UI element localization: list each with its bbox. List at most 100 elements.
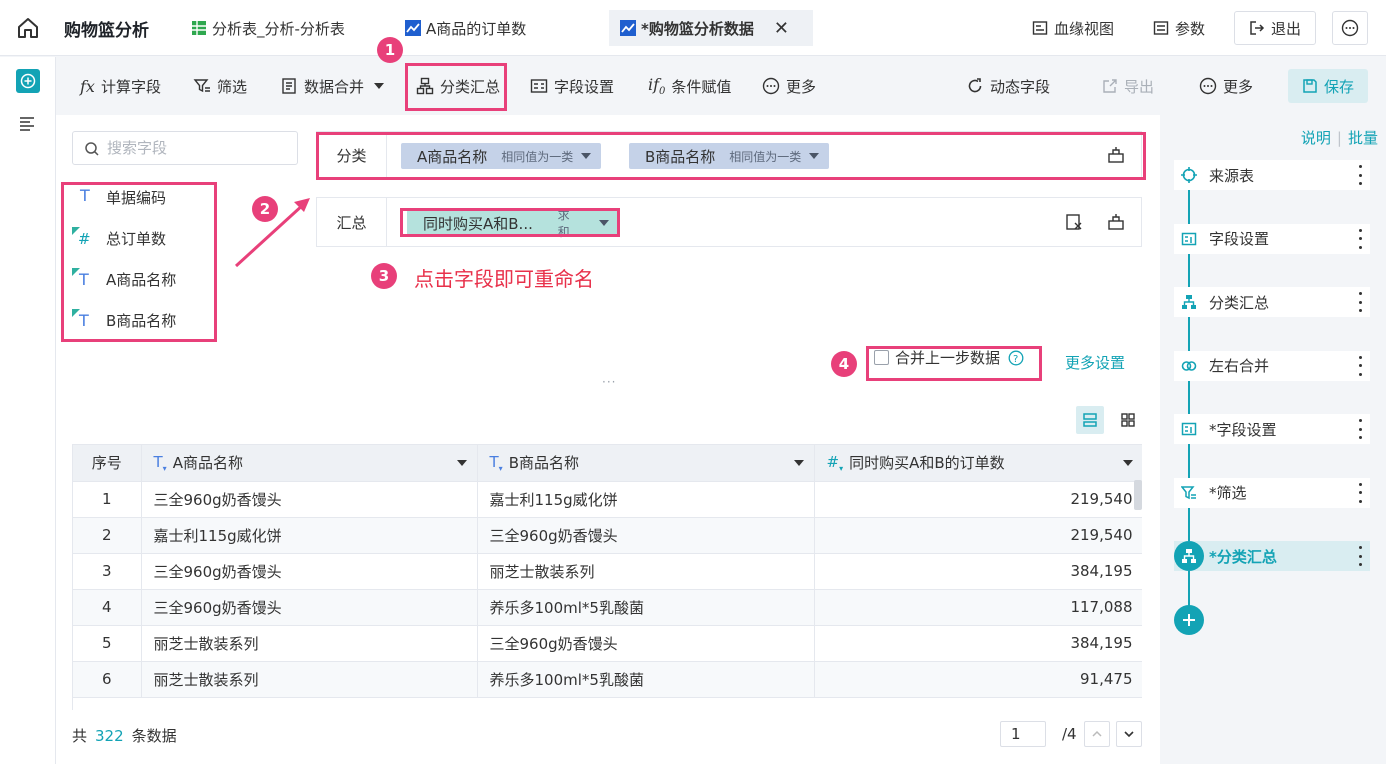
field-settings-icon <box>530 79 548 93</box>
cell-a-name: 三全960g奶香馒头 <box>141 553 478 590</box>
plus-icon <box>1183 614 1195 626</box>
tab-analysis-table[interactable]: 分析表_分析-分析表 <box>180 10 355 46</box>
cell-a-name: 丽芝士散装系列 <box>141 625 478 662</box>
annotation-box-fields <box>61 182 217 342</box>
data-merge-dropdown[interactable]: 数据合并 <box>280 57 385 115</box>
column-header-a[interactable]: T▾ A商品名称 <box>141 445 478 482</box>
splitter-handle[interactable]: ··· <box>602 375 616 389</box>
column-header-count[interactable]: #▾ 同时购买A和B的订单数 <box>814 445 1142 482</box>
vertical-ellipsis-icon[interactable] <box>1358 228 1362 249</box>
annotation-box-classify <box>316 132 1146 180</box>
caret-down-icon[interactable] <box>456 460 467 466</box>
cell-index: 4 <box>73 589 142 626</box>
batch-link[interactable]: 批量 <box>1348 129 1378 147</box>
add-step-button[interactable] <box>1174 605 1204 635</box>
add-icon[interactable] <box>16 69 40 93</box>
grid-view-icon[interactable] <box>1114 406 1142 434</box>
field-settings-button[interactable]: 字段设置 <box>530 57 614 115</box>
vertical-ellipsis-icon[interactable] <box>1358 165 1362 185</box>
vertical-ellipsis-icon[interactable] <box>1358 546 1362 566</box>
lineage-view-button[interactable]: 血缘视图 <box>1032 11 1114 45</box>
more-right-button[interactable]: 更多 <box>1199 57 1253 115</box>
params-button[interactable]: 参数 <box>1153 11 1205 45</box>
field-settings-icon <box>1174 223 1204 254</box>
search-input[interactable] <box>107 137 287 159</box>
filter-clear-icon[interactable] <box>1065 213 1083 231</box>
cell-index: 5 <box>73 625 142 662</box>
more-settings-link[interactable]: 更多设置 <box>1065 352 1125 373</box>
step-item[interactable]: *字段设置 <box>1174 414 1370 444</box>
table-row[interactable]: 6 丽芝士散装系列 养乐多100ml*5乳酸菌 91,475 <box>73 661 1142 698</box>
page-up-button[interactable] <box>1084 721 1110 747</box>
app-title: 购物篮分析 <box>64 21 149 41</box>
toolbar: fx 计算字段 筛选 数据合并 分类汇总 字段设置 if0 条件赋值 更多 动态… <box>56 57 1386 115</box>
step-label: 左右合并 <box>1209 357 1270 375</box>
step-item[interactable]: *分类汇总 <box>1174 541 1370 571</box>
source-icon <box>1174 160 1204 190</box>
cell-a-name: 三全960g奶香馒头 <box>141 481 478 518</box>
ellipsis-circle-icon <box>762 77 780 95</box>
list-view-icon[interactable] <box>1076 406 1104 434</box>
list-icon[interactable] <box>18 115 36 133</box>
table-row[interactable]: 1 三全960g奶香馒头 嘉士利115g威化饼 219,540 <box>73 481 1142 518</box>
table-icon <box>192 21 206 35</box>
export-button[interactable]: 导出 <box>1102 57 1154 115</box>
step-item[interactable]: *筛选 <box>1174 477 1370 508</box>
vertical-ellipsis-icon[interactable] <box>1358 292 1362 312</box>
tab-label: *购物篮分析数据 <box>641 19 754 38</box>
save-button[interactable]: 保存 <box>1288 69 1368 103</box>
search-icon <box>85 142 99 156</box>
clear-icon[interactable] <box>1107 213 1125 231</box>
page-input[interactable]: 1 <box>1000 721 1046 747</box>
close-icon[interactable]: ✕ <box>774 18 789 39</box>
annotation-box-merge <box>866 346 1042 381</box>
conditional-assign-button[interactable]: if0 条件赋值 <box>648 57 731 115</box>
table-row[interactable]: 5 丽芝士散装系列 三全960g奶香馒头 384,195 <box>73 625 1142 662</box>
step-label: *字段设置 <box>1209 420 1277 439</box>
cell-b-name: 嘉士利115g威化饼 <box>477 481 815 518</box>
more-options-button[interactable] <box>1332 11 1368 45</box>
data-table: 序号 T▾ A商品名称 T▾ B商品名称 #▾ 同时购买A和B的订单数 1 三全960g… <box>72 444 1142 710</box>
vertical-ellipsis-icon[interactable] <box>1358 419 1362 439</box>
step-item[interactable]: 来源表 <box>1174 160 1370 190</box>
dynamic-field-button[interactable]: 动态字段 <box>966 57 1050 115</box>
params-icon <box>1153 21 1169 35</box>
text-type-icon: T▾ <box>153 452 167 473</box>
caret-down-icon[interactable] <box>793 460 804 466</box>
cell-count: 384,195 <box>814 553 1142 590</box>
panel-links: 说明 | 批量 <box>1300 129 1378 147</box>
table-row[interactable]: 2 嘉士利115g威化饼 三全960g奶香馒头 219,540 <box>73 517 1142 554</box>
step-item[interactable]: 字段设置 <box>1174 223 1370 254</box>
explain-link[interactable]: 说明 <box>1301 129 1331 147</box>
tab-basket-data[interactable]: *购物篮分析数据 ✕ <box>609 10 813 46</box>
export-icon <box>1103 79 1117 93</box>
cell-index: 1 <box>73 481 142 518</box>
exit-icon <box>1250 21 1265 35</box>
exit-button[interactable]: 退出 <box>1234 11 1317 45</box>
group-icon <box>1174 541 1204 571</box>
text-type-icon: T▾ <box>489 452 503 473</box>
tab-a-orders[interactable]: A商品的订单数 <box>394 10 536 46</box>
home-icon[interactable] <box>16 16 40 40</box>
cell-count: 219,540 <box>814 481 1142 518</box>
table-row[interactable]: 3 三全960g奶香馒头 丽芝士散装系列 384,195 <box>73 553 1142 590</box>
caret-down-icon[interactable] <box>1122 460 1133 466</box>
filter-icon <box>1174 477 1204 508</box>
column-header-b[interactable]: T▾ B商品名称 <box>477 445 815 482</box>
annotation-box-group-summary <box>405 63 507 111</box>
row-count: 共 322 条数据 <box>72 727 177 745</box>
filter-button[interactable]: 筛选 <box>193 57 247 115</box>
more-button[interactable]: 更多 <box>762 57 816 115</box>
step-item[interactable]: 左右合并 <box>1174 350 1370 381</box>
vertical-ellipsis-icon[interactable] <box>1358 482 1362 503</box>
tab-label: 分析表_分析-分析表 <box>212 19 345 38</box>
vertical-ellipsis-icon[interactable] <box>1358 355 1362 376</box>
step-item[interactable]: 分类汇总 <box>1174 287 1370 317</box>
table-scrollbar[interactable] <box>1134 480 1142 510</box>
page-down-button[interactable] <box>1116 721 1142 747</box>
calc-field-button[interactable]: fx 计算字段 <box>80 57 161 115</box>
table-row[interactable]: 4 三全960g奶香馒头 养乐多100ml*5乳酸菌 117,088 <box>73 589 1142 626</box>
group-icon <box>1174 287 1204 317</box>
fx-icon: fx <box>80 76 95 96</box>
cell-index: 3 <box>73 553 142 590</box>
